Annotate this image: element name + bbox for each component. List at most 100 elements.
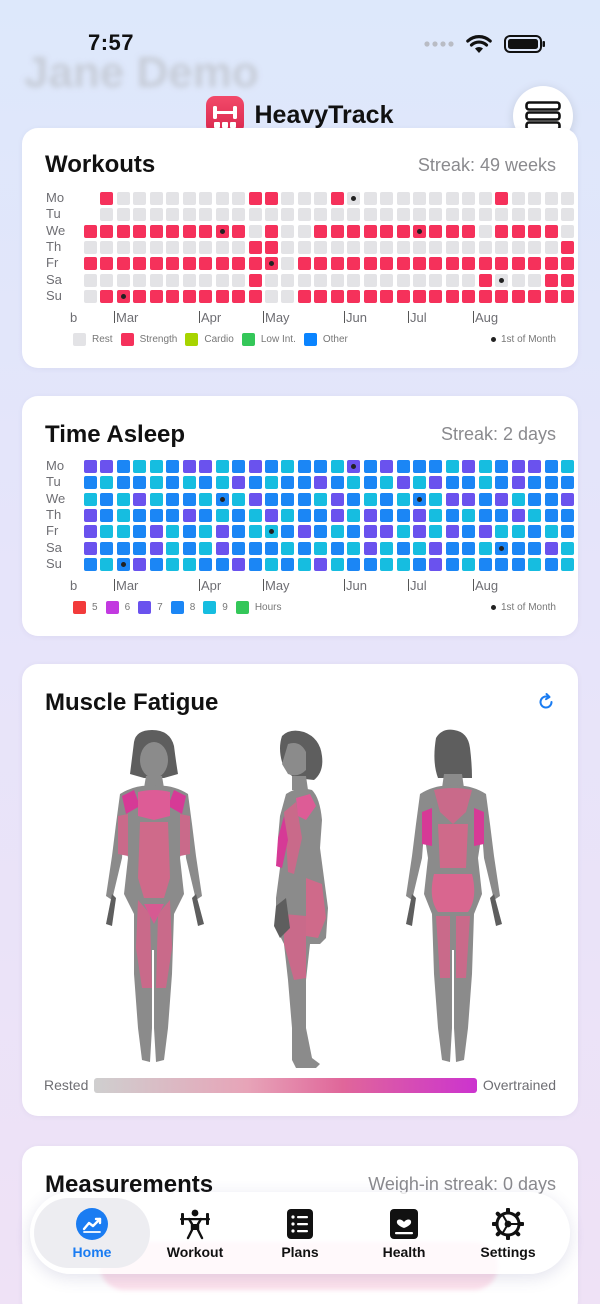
heatmap-cell[interactable] <box>413 257 426 271</box>
heatmap-cell[interactable] <box>248 208 262 222</box>
heatmap-cell[interactable] <box>199 289 213 303</box>
heatmap-cell[interactable] <box>149 476 163 490</box>
heatmap-cell[interactable] <box>577 240 578 254</box>
heatmap-cell[interactable] <box>396 208 410 222</box>
heatmap-cell[interactable] <box>199 476 213 490</box>
heatmap-cell[interactable] <box>330 476 344 490</box>
heatmap-cell[interactable] <box>281 273 295 287</box>
heatmap-cell[interactable] <box>166 224 180 238</box>
heatmap-cell[interactable] <box>100 273 114 287</box>
heatmap-cell[interactable] <box>495 525 509 539</box>
heatmap-cell[interactable] <box>330 557 344 571</box>
heatmap-cell[interactable] <box>314 208 328 222</box>
heatmap-cell[interactable] <box>561 273 575 287</box>
heatmap-cell[interactable] <box>232 289 246 303</box>
heatmap-cell[interactable] <box>182 192 196 205</box>
heatmap-cell[interactable] <box>363 224 377 238</box>
heatmap-cell[interactable] <box>528 508 542 522</box>
heatmap-cell[interactable] <box>495 476 509 490</box>
heatmap-cell[interactable] <box>511 224 525 238</box>
heatmap-cell[interactable] <box>215 289 229 303</box>
heatmap-cell[interactable] <box>215 492 229 506</box>
heatmap-cell[interactable] <box>314 476 328 490</box>
heatmap-cell[interactable] <box>396 525 410 539</box>
heatmap-cell[interactable] <box>495 541 509 555</box>
heatmap-cell[interactable] <box>166 460 180 473</box>
heatmap-cell[interactable] <box>215 273 229 287</box>
heatmap-cell[interactable] <box>561 557 575 571</box>
heatmap-cell[interactable] <box>495 192 509 205</box>
heatmap-cell[interactable] <box>478 257 492 271</box>
heatmap-cell[interactable] <box>100 460 114 473</box>
heatmap-cell[interactable] <box>199 224 213 238</box>
heatmap-cell[interactable] <box>380 208 394 222</box>
heatmap-cell[interactable] <box>528 557 542 571</box>
heatmap-cell[interactable] <box>495 557 509 571</box>
heatmap-cell[interactable] <box>100 224 114 238</box>
heatmap-cell[interactable] <box>511 508 525 522</box>
heatmap-cell[interactable] <box>396 476 410 490</box>
heatmap-cell[interactable] <box>413 525 426 539</box>
heatmap-cell[interactable] <box>363 460 377 473</box>
heatmap-cell[interactable] <box>215 541 229 555</box>
heatmap-cell[interactable] <box>413 492 426 506</box>
heatmap-cell[interactable] <box>116 492 130 506</box>
heatmap-cell[interactable] <box>281 541 295 555</box>
heatmap-cell[interactable] <box>561 257 575 271</box>
heatmap-cell[interactable] <box>182 460 196 473</box>
heatmap-cell[interactable] <box>100 208 114 222</box>
heatmap-cell[interactable] <box>199 541 213 555</box>
heatmap-cell[interactable] <box>84 240 97 254</box>
heatmap-cell[interactable] <box>380 525 394 539</box>
heatmap-cell[interactable] <box>116 257 130 271</box>
heatmap-cell[interactable] <box>544 289 558 303</box>
heatmap-cell[interactable] <box>199 192 213 205</box>
heatmap-cell[interactable] <box>380 240 394 254</box>
workouts-card[interactable]: Workouts Streak: 49 weeks Mo Tu We Th Fr Sa Su… <box>22 128 578 368</box>
heatmap-cell[interactable] <box>297 273 311 287</box>
heatmap-cell[interactable] <box>232 557 246 571</box>
heatmap-cell[interactable] <box>264 240 278 254</box>
heatmap-cell[interactable] <box>133 541 147 555</box>
heatmap-cell[interactable] <box>330 224 344 238</box>
heatmap-cell[interactable] <box>511 273 525 287</box>
heatmap-cell[interactable] <box>84 492 97 506</box>
heatmap-cell[interactable] <box>314 508 328 522</box>
heatmap-cell[interactable] <box>182 273 196 287</box>
heatmap-cell[interactable] <box>445 257 459 271</box>
heatmap-cell[interactable] <box>166 192 180 205</box>
heatmap-cell[interactable] <box>166 541 180 555</box>
heatmap-cell[interactable] <box>116 240 130 254</box>
heatmap-cell[interactable] <box>462 525 476 539</box>
heatmap-cell[interactable] <box>528 541 542 555</box>
heatmap-cell[interactable] <box>133 224 147 238</box>
heatmap-cell[interactable] <box>511 289 525 303</box>
heatmap-cell[interactable] <box>445 240 459 254</box>
heatmap-cell[interactable] <box>182 508 196 522</box>
heatmap-cell[interactable] <box>544 508 558 522</box>
heatmap-cell[interactable] <box>215 208 229 222</box>
heatmap-cell[interactable] <box>199 508 213 522</box>
heatmap-cell[interactable] <box>149 240 163 254</box>
heatmap-cell[interactable] <box>248 192 262 205</box>
heatmap-cell[interactable] <box>495 224 509 238</box>
heatmap-cell[interactable] <box>248 492 262 506</box>
heatmap-cell[interactable] <box>133 257 147 271</box>
heatmap-cell[interactable] <box>149 224 163 238</box>
heatmap-cell[interactable] <box>478 525 492 539</box>
heatmap-cell[interactable] <box>528 476 542 490</box>
heatmap-cell[interactable] <box>528 492 542 506</box>
heatmap-cell[interactable] <box>445 557 459 571</box>
heatmap-cell[interactable] <box>116 525 130 539</box>
heatmap-cell[interactable] <box>528 240 542 254</box>
heatmap-cell[interactable] <box>100 525 114 539</box>
heatmap-cell[interactable] <box>133 192 147 205</box>
heatmap-cell[interactable] <box>445 208 459 222</box>
heatmap-cell[interactable] <box>232 224 246 238</box>
heatmap-cell[interactable] <box>478 460 492 473</box>
heatmap-cell[interactable] <box>347 289 361 303</box>
heatmap-cell[interactable] <box>544 476 558 490</box>
heatmap-cell[interactable] <box>429 208 443 222</box>
heatmap-cell[interactable] <box>182 240 196 254</box>
heatmap-cell[interactable] <box>413 557 426 571</box>
